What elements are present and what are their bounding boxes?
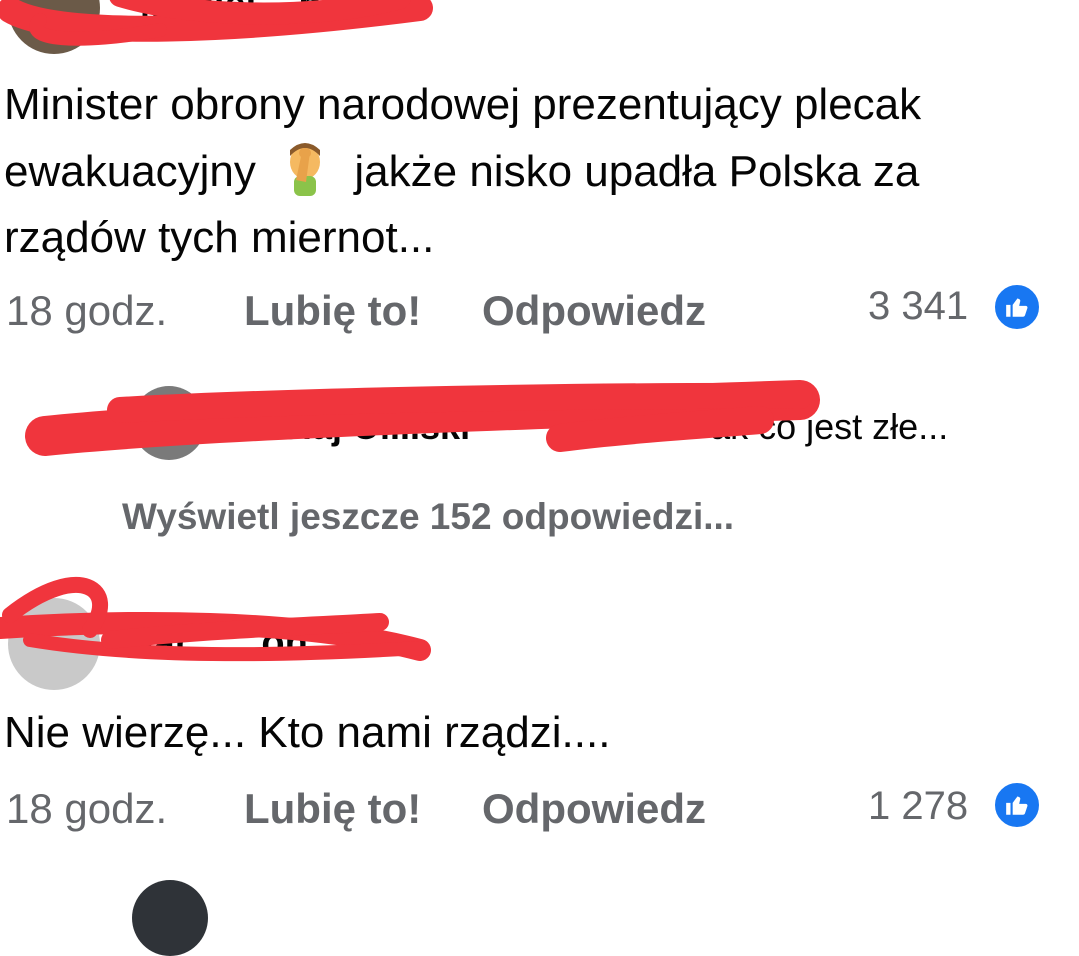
comment-author[interactable]: Mar... ...oń	[122, 622, 308, 665]
thumbs-up-icon	[992, 282, 1042, 332]
view-more-replies-button[interactable]: Wyświetl jeszcze 152 odpowiedzi...	[122, 496, 734, 538]
reply-preview[interactable]: Mikołaj Ol...ski ak co jest złe...	[220, 406, 948, 448]
thumbs-up-icon	[992, 780, 1042, 830]
reply-avatar[interactable]	[132, 386, 206, 460]
comment-timestamp[interactable]: 18 godz.	[6, 785, 167, 833]
comment-timestamp[interactable]: 18 godz.	[6, 287, 167, 335]
reply-author[interactable]: Mikołaj Ol...ski	[220, 406, 470, 447]
like-button[interactable]: Lubię to!	[244, 785, 421, 833]
reply-button[interactable]: Odpowiedz	[482, 287, 706, 335]
avatar[interactable]	[8, 598, 100, 690]
comment-text-line: Minister obrony narodowej prezentujący p…	[4, 80, 922, 129]
like-button[interactable]: Lubię to!	[244, 287, 421, 335]
reaction-count[interactable]: 3 341	[868, 284, 968, 329]
comment-text-line: ewakuacyjny jakże nisko upadła Polska za	[4, 138, 1064, 205]
avatar[interactable]	[132, 880, 208, 956]
facepalm-emoji-icon	[276, 138, 334, 196]
reaction-count[interactable]: 1 278	[868, 784, 968, 829]
comment-author[interactable]: Maciej ...niak	[140, 0, 374, 27]
comment-text: Minister obrony narodowej prezentujący p…	[4, 72, 1064, 271]
avatar[interactable]	[8, 0, 100, 54]
comment-text: Nie wierzę... Kto nami rządzi....	[4, 708, 611, 757]
comment-text-line: rządów tych miernot...	[4, 213, 435, 262]
reply-button[interactable]: Odpowiedz	[482, 785, 706, 833]
reply-snippet: ak co jest złe...	[710, 406, 949, 447]
